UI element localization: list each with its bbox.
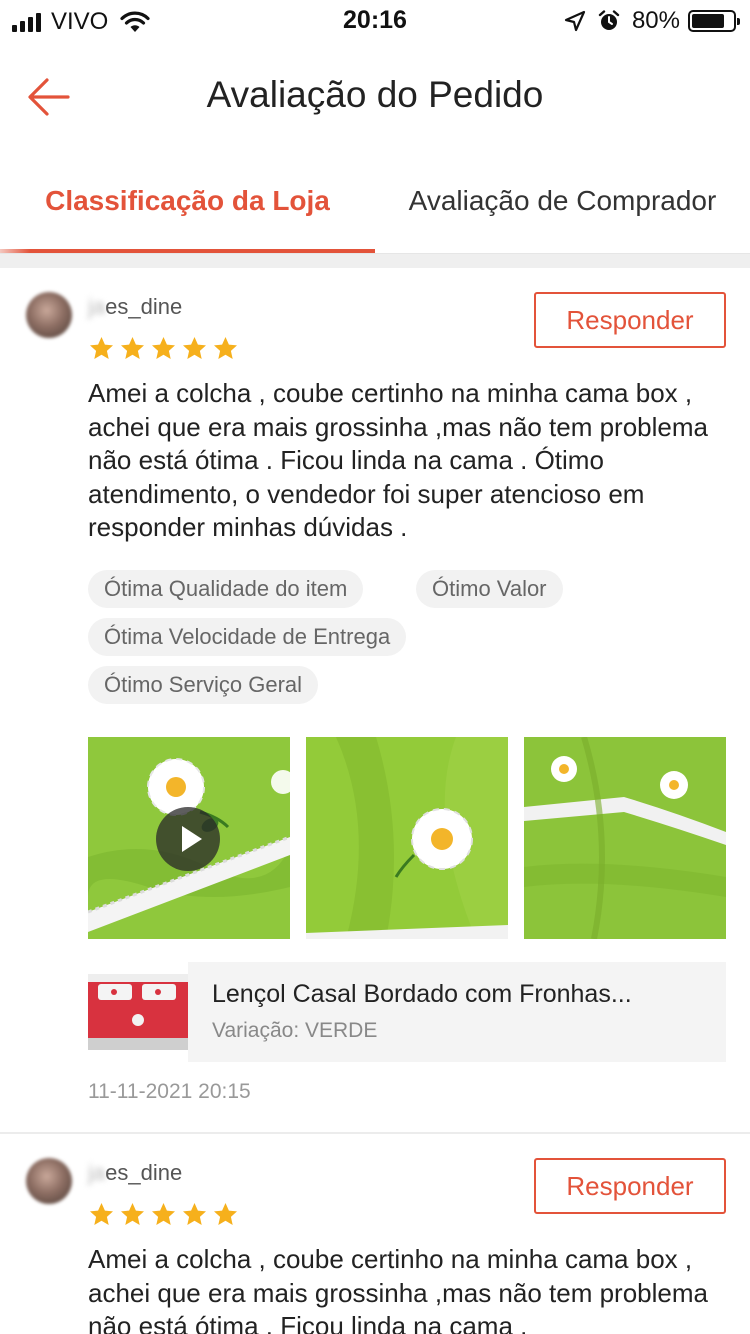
tab-buyer-rating[interactable]: Avaliação de Comprador (375, 150, 750, 252)
tab-shop-rating[interactable]: Classificação da Loja (0, 150, 375, 252)
header: Avaliação do Pedido (0, 40, 750, 150)
product-thumbnail-image (88, 974, 188, 1050)
review-date: 11-11-2021 20:15 (88, 1080, 251, 1103)
star-icon (152, 1203, 175, 1225)
star-icon (121, 337, 144, 359)
username-visible-part: es_dine (105, 1160, 183, 1185)
play-icon[interactable] (156, 807, 220, 871)
product-variation: Variação: VERDE (212, 1019, 378, 1042)
alarm-icon (598, 10, 620, 30)
location-icon (564, 10, 586, 32)
product-name: Lençol Casal Bordado com Fronhas... (212, 980, 632, 1008)
battery-percent: 80% (631, 7, 680, 34)
star-rating (88, 336, 239, 362)
username-visible-part: es_dine (105, 294, 183, 319)
product-info: Lençol Casal Bordado com Fronhas... Vari… (188, 962, 726, 1062)
review-photo[interactable] (306, 737, 508, 939)
section-separator (0, 254, 750, 268)
reply-button[interactable]: Responder (534, 1158, 726, 1214)
battery-icon (688, 10, 740, 32)
review-photo-image (306, 737, 508, 939)
reviewer-username: jaes_dine (88, 1160, 182, 1186)
review-tag: Ótima Qualidade do item (88, 570, 364, 608)
star-icon (90, 1203, 113, 1225)
star-icon (183, 337, 206, 359)
star-rating (88, 1202, 239, 1228)
star-icon (90, 337, 113, 359)
star-icon (183, 1203, 206, 1225)
review-tag: Ótima Velocidade de Entrega (88, 618, 407, 656)
review-video-thumbnail[interactable] (88, 737, 290, 939)
review-item: jaes_dine Responder Amei a colcha , coub… (0, 1134, 750, 1334)
avatar[interactable] (26, 292, 72, 338)
star-icon (214, 1203, 237, 1225)
tab-bar: Classificação da Loja Avaliação de Compr… (0, 150, 750, 254)
username-hidden-part: ja (88, 1160, 106, 1185)
review-text: Amei a colcha , coube certinho na minha … (88, 378, 708, 542)
review-text: Amei a colcha , coube certinho na minha … (88, 1244, 708, 1334)
review-tag: Ótimo Serviço Geral (88, 666, 319, 704)
star-icon (152, 337, 175, 359)
username-hidden-part: ja (88, 294, 106, 319)
avatar[interactable] (26, 1158, 72, 1204)
product-thumbnail (88, 974, 188, 1050)
review-photo-image (524, 737, 726, 939)
status-bar: VIVO 20:16 80% (0, 0, 750, 40)
review-tag: Ótimo Valor (416, 570, 563, 608)
review-photo[interactable] (524, 737, 726, 939)
reviewer-username: jaes_dine (88, 294, 182, 320)
product-card[interactable]: Lençol Casal Bordado com Fronhas... Vari… (88, 962, 726, 1062)
reply-button[interactable]: Responder (534, 292, 726, 348)
star-icon (121, 1203, 144, 1225)
active-tab-indicator (0, 249, 375, 253)
page-title: Avaliação do Pedido (206, 74, 544, 115)
star-icon (214, 337, 237, 359)
review-item: jaes_dine Responder Amei a colcha , coub… (0, 268, 750, 1134)
